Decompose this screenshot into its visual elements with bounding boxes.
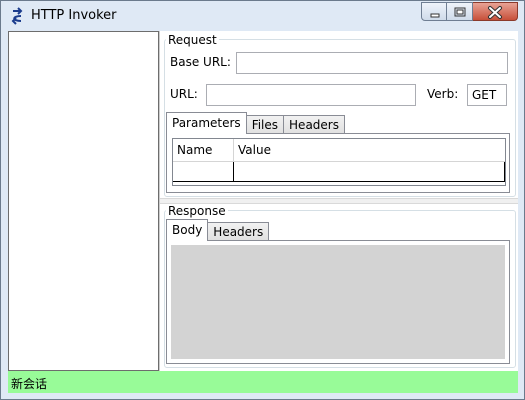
tab-files[interactable]: Files <box>245 115 285 134</box>
parameters-panel: Name Value <box>166 133 510 193</box>
maximize-button[interactable] <box>447 2 473 21</box>
session-list[interactable] <box>8 31 159 371</box>
window-title: HTTP Invoker <box>31 8 117 23</box>
body-panel <box>166 240 510 364</box>
close-icon <box>488 6 502 19</box>
request-tabs: Parameters Files Headers <box>166 111 345 134</box>
base-url-label: Base URL: <box>170 55 231 69</box>
verb-label: Verb: <box>427 87 459 101</box>
grid-col-value[interactable]: Value <box>234 139 505 161</box>
status-bar: 新会话 <box>8 371 518 393</box>
title-bar[interactable]: HTTP Invoker <box>1 1 524 30</box>
url-label: URL: <box>170 87 198 101</box>
window-controls <box>421 2 518 22</box>
client-area: Request Base URL: URL: Verb: Parameters … <box>8 31 518 371</box>
tab-parameters[interactable]: Parameters <box>166 112 247 134</box>
tab-request-headers[interactable]: Headers <box>283 115 345 134</box>
response-body-area[interactable] <box>171 245 505 359</box>
parameters-grid[interactable]: Name Value <box>172 138 506 186</box>
response-group-label: Response <box>166 204 228 218</box>
close-button[interactable] <box>473 2 518 21</box>
grid-header: Name Value <box>173 139 505 162</box>
tab-body[interactable]: Body <box>166 219 209 241</box>
status-text: 新会话 <box>11 377 48 391</box>
url-input[interactable] <box>206 84 416 106</box>
base-url-input[interactable] <box>236 52 508 74</box>
request-group-label: Request <box>166 33 219 47</box>
grid-cell-name[interactable] <box>173 162 234 181</box>
response-tabs: Body Headers <box>166 218 270 241</box>
grid-col-name[interactable]: Name <box>173 139 234 161</box>
bidirectional-arrows-icon <box>11 7 23 25</box>
table-row[interactable] <box>173 162 505 182</box>
grid-cell-value[interactable] <box>234 162 505 181</box>
tab-response-headers[interactable]: Headers <box>207 222 270 241</box>
minimize-button[interactable] <box>421 2 447 21</box>
minimize-icon <box>430 13 440 18</box>
maximize-icon <box>454 7 466 17</box>
app-window: HTTP Invoker Request Base URL: URL: Verb… <box>0 0 525 400</box>
verb-input[interactable] <box>467 84 507 106</box>
